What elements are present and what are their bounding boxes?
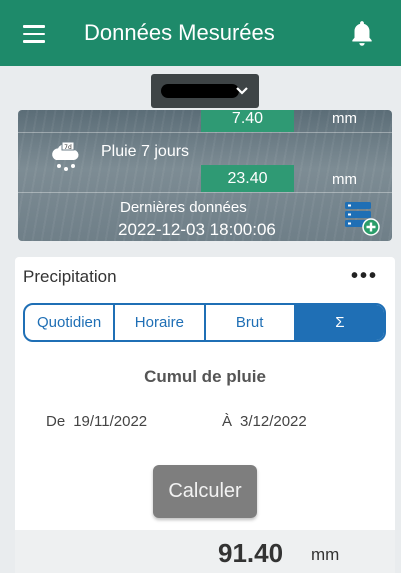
to-date: 3/12/2022 — [240, 413, 307, 430]
result-unit: mm — [311, 545, 340, 564]
from-date: 19/11/2022 — [73, 413, 148, 430]
page-title: Données Mesurées — [84, 20, 275, 45]
tab-cumul[interactable]: Σ — [295, 305, 384, 340]
seven-day-value-box: 23.40 — [201, 165, 294, 192]
result-bar: 91.40 mm — [15, 530, 395, 573]
precipitation-card: Precipitation ••• Quotidien Horaire Brut… — [15, 257, 395, 573]
period-tabs: Quotidien Horaire Brut Σ — [23, 303, 386, 342]
top-value-unit: mm — [332, 110, 357, 127]
tab-brut[interactable]: Brut — [206, 305, 296, 340]
seven-day-label: Pluie 7 jours — [101, 143, 190, 160]
hamburger-icon[interactable] — [23, 25, 45, 43]
result-value: 91.40 — [218, 538, 284, 568]
divider — [18, 192, 392, 193]
tab-horaire[interactable]: Horaire — [115, 305, 206, 340]
to-label: À — [222, 413, 233, 430]
calculate-button[interactable]: Calculer — [153, 465, 257, 518]
from-label: De — [46, 413, 66, 430]
to-date-picker[interactable]: À 3/12/2022 — [222, 413, 307, 430]
chevron-down-icon — [236, 87, 248, 95]
redacted-station-name — [161, 84, 239, 98]
precipitation-title: Precipitation — [23, 267, 117, 286]
station-dropdown[interactable] — [151, 74, 259, 108]
top-value-box: 7.40 — [201, 110, 294, 132]
database-add-icon[interactable] — [343, 200, 381, 238]
last-data-label: Dernières données — [120, 199, 247, 216]
seven-day-unit: mm — [332, 171, 357, 188]
tab-quotidien[interactable]: Quotidien — [25, 305, 116, 340]
more-icon[interactable]: ••• — [351, 265, 378, 288]
cumul-title: Cumul de pluie — [144, 367, 266, 386]
svg-text:7d: 7d — [64, 144, 72, 151]
last-data-timestamp: 2022-12-03 18:00:06 — [118, 220, 276, 239]
rain-7-days-icon: 7d — [52, 141, 79, 171]
bell-icon[interactable] — [349, 19, 375, 49]
rain-summary-card: 7.40 mm 7d Pluie 7 jours 23.40 mm Derniè… — [18, 110, 392, 241]
from-date-picker[interactable]: De 19/11/2022 — [46, 413, 147, 430]
divider — [18, 132, 392, 133]
app-header: Données Mesurées — [0, 0, 401, 66]
